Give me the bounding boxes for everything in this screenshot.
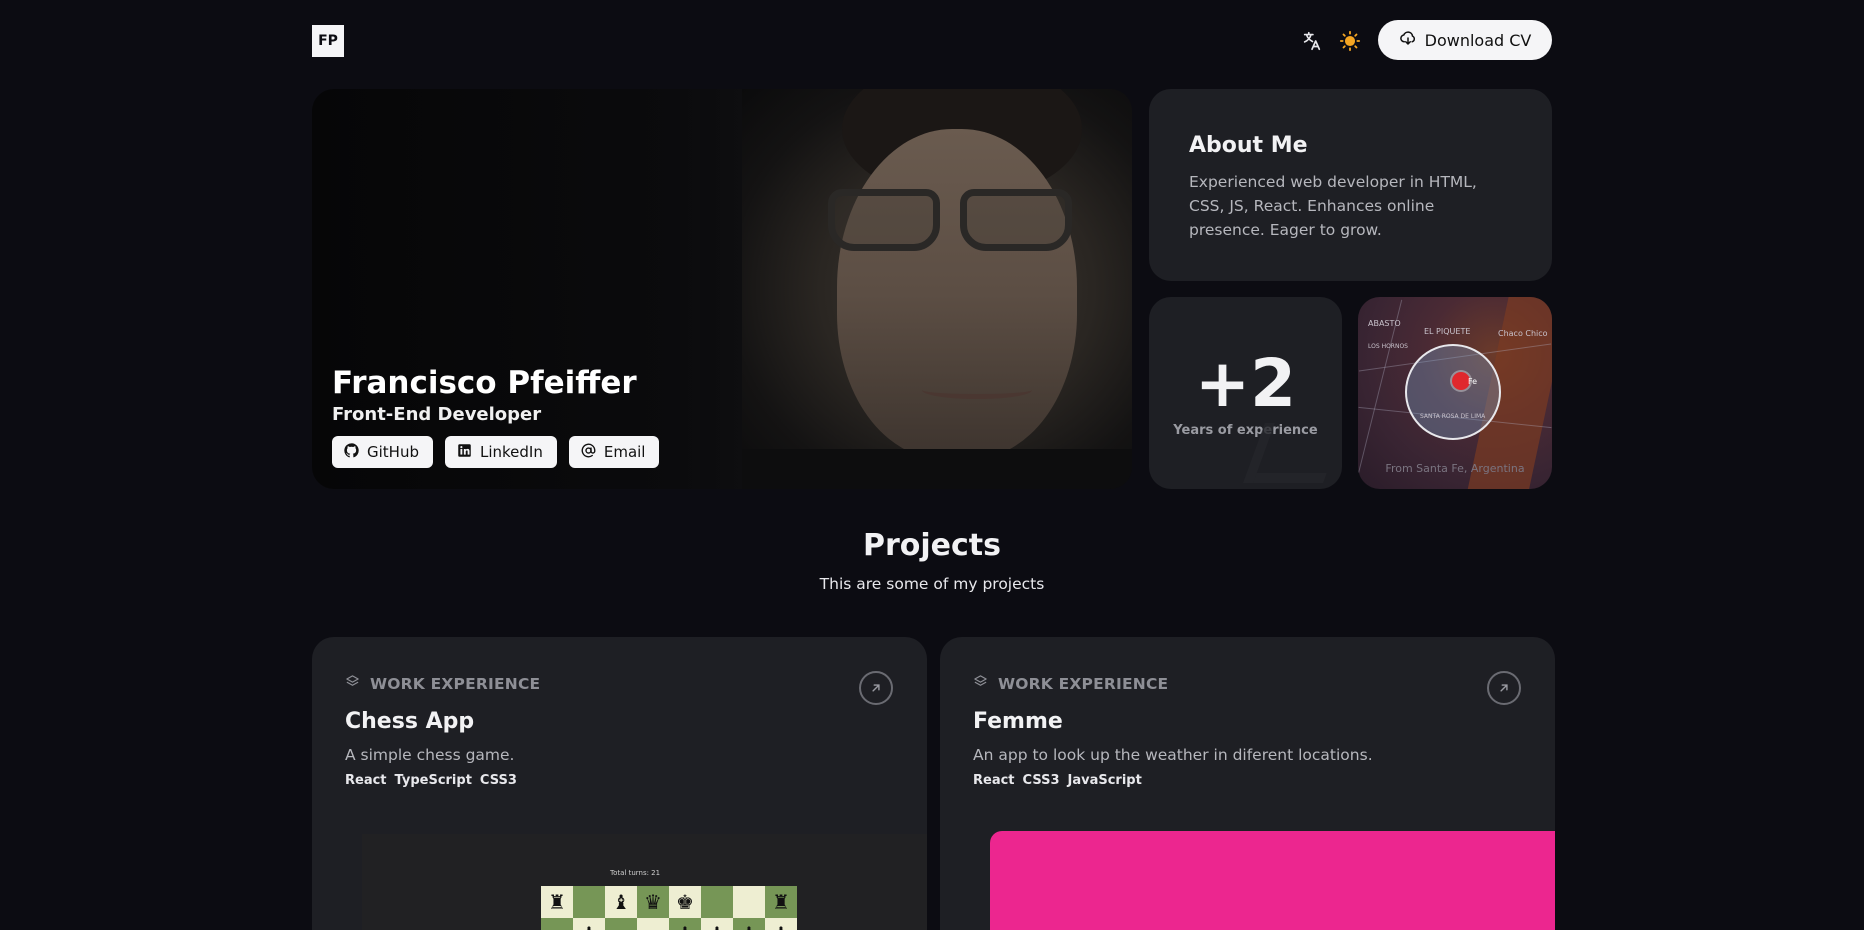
project-description: A simple chess game. xyxy=(345,746,515,764)
project-name: Femme xyxy=(973,709,1063,734)
project-techs: React TypeScript CSS3 xyxy=(345,773,517,788)
map-label-abasto: ABASTO xyxy=(1368,319,1401,328)
github-label: GitHub xyxy=(367,443,419,461)
open-project-icon[interactable] xyxy=(859,671,893,705)
github-icon xyxy=(344,442,359,462)
email-label: Email xyxy=(603,443,646,461)
location-caption: From Santa Fe, Argentina xyxy=(1385,462,1525,475)
femme-preview-image xyxy=(990,831,1555,930)
linkedin-label: LinkedIn xyxy=(479,443,543,461)
tech-tag: TypeScript xyxy=(394,773,472,788)
project-description: An app to look up the weather in diferen… xyxy=(973,746,1373,764)
chess-board: ♜♝♛♚♜ ♟♟♟♟♟ xyxy=(541,886,797,930)
open-project-icon[interactable] xyxy=(1487,671,1521,705)
layers-icon xyxy=(973,674,988,693)
tech-tag: CSS3 xyxy=(1022,773,1060,788)
about-title: About Me xyxy=(1189,133,1308,158)
hero-name: Francisco Pfeiffer xyxy=(332,365,637,401)
layers-icon xyxy=(345,674,360,693)
site-logo[interactable]: FP xyxy=(312,25,344,57)
project-name: Chess App xyxy=(345,709,475,734)
email-button[interactable]: Email xyxy=(568,436,660,468)
about-card: About Me Experienced web developer in HT… xyxy=(1149,89,1552,281)
map-label-el-piquete: EL PIQUETE xyxy=(1424,327,1471,336)
tech-tag: React xyxy=(973,773,1015,788)
project-tag: WORK EXPERIENCE xyxy=(973,674,1168,693)
top-header: FP Download CV xyxy=(312,20,1552,62)
download-cv-label: Download CV xyxy=(1424,30,1532,50)
hero-card: Francisco Pfeiffer Front-End Developer G… xyxy=(312,89,1132,489)
social-links: GitHub LinkedIn Email xyxy=(332,436,660,468)
chess-turns-label: Total turns: 21 xyxy=(610,869,661,877)
experience-value: +2 xyxy=(1194,344,1297,422)
hero-role: Front-End Developer xyxy=(332,404,542,425)
location-radius xyxy=(1405,344,1501,440)
map-label-fe: Fe xyxy=(1468,377,1478,386)
map-label-santa-rosa: SANTA ROSA DE LIMA xyxy=(1420,413,1486,420)
linkedin-icon xyxy=(457,443,472,462)
about-text: Experienced web developer in HTML, CSS, … xyxy=(1189,173,1477,239)
project-techs: React CSS3 JavaScript xyxy=(973,773,1142,788)
sun-icon[interactable] xyxy=(1338,29,1362,53)
project-card-femme[interactable]: WORK EXPERIENCE Femme An app to look up … xyxy=(940,637,1555,930)
project-tag: WORK EXPERIENCE xyxy=(345,674,540,693)
location-map-card: ABASTO EL PIQUETE Chaco Chico LOS HORNOS… xyxy=(1358,297,1552,489)
chess-preview-image: Total turns: 21 ♜♝♛♚♜ ♟♟♟♟♟ xyxy=(362,834,927,930)
cloud-download-icon xyxy=(1399,29,1417,51)
experience-card: +2 Years of experience xyxy=(1149,297,1342,489)
projects-title: Projects xyxy=(862,528,1001,563)
projects-subtitle: This are some of my projects xyxy=(819,575,1045,593)
github-button[interactable]: GitHub xyxy=(332,436,433,468)
map-label-los-hornos: LOS HORNOS xyxy=(1368,343,1408,350)
profile-photo xyxy=(742,89,1132,489)
project-card-chess[interactable]: WORK EXPERIENCE Chess App A simple chess… xyxy=(312,637,927,930)
tech-tag: JavaScript xyxy=(1067,773,1142,788)
translate-icon[interactable] xyxy=(1300,29,1324,53)
download-cv-button[interactable]: Download CV xyxy=(1378,20,1552,60)
at-icon xyxy=(581,443,596,462)
linkedin-button[interactable]: LinkedIn xyxy=(444,436,557,468)
map-label-chaco-chico: Chaco Chico xyxy=(1498,329,1548,338)
project-tag-label: WORK EXPERIENCE xyxy=(370,674,541,693)
tech-tag: CSS3 xyxy=(479,773,517,788)
project-tag-label: WORK EXPERIENCE xyxy=(998,674,1169,693)
tech-tag: React xyxy=(345,773,387,788)
